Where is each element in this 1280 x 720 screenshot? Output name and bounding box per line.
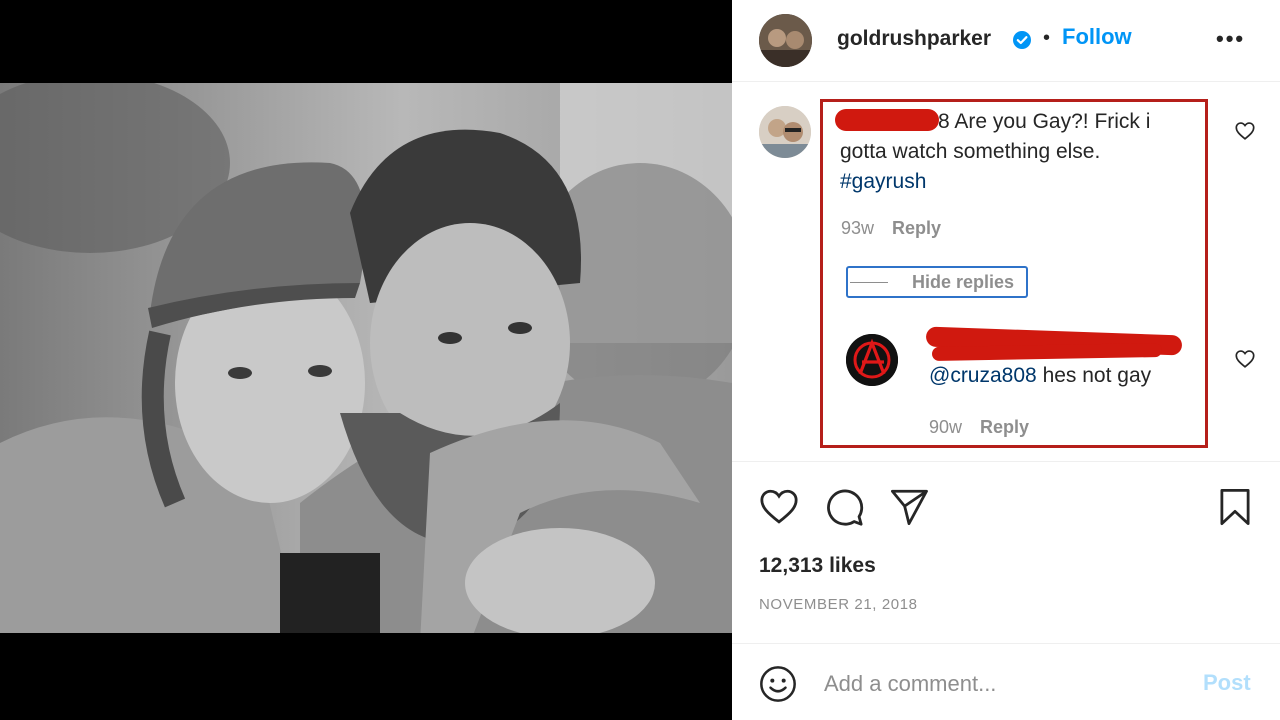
post-actions: 12,313 likes NOVEMBER 21, 2018 [732, 461, 1280, 643]
reply-like-heart-icon[interactable] [1234, 348, 1256, 370]
post-panel: goldrushparker • Follow ••• 8 Are you Ga… [732, 0, 1280, 720]
post-date: NOVEMBER 21, 2018 [759, 596, 918, 613]
reply-reply-button[interactable]: Reply [980, 417, 1029, 437]
post-photo[interactable] [0, 83, 732, 633]
likes-count[interactable]: 12,313 likes [759, 554, 876, 578]
more-options-button[interactable]: ••• [1216, 26, 1245, 52]
comment-bubble-icon[interactable] [823, 486, 865, 528]
post-header: goldrushparker • Follow ••• [732, 0, 1280, 82]
reply-body: hes not gay [1042, 364, 1152, 387]
comment-age: 93w [841, 218, 875, 238]
comment-hashtag[interactable]: #gayrush [840, 170, 926, 193]
save-bookmark-icon[interactable] [1214, 486, 1256, 528]
redacted-reply-username-scribble-2 [931, 342, 1163, 362]
comment-text: 8 Are you Gay?! Frick i gotta watch some… [840, 107, 1185, 197]
comment-username-suffix[interactable]: 8 [938, 110, 950, 133]
reply-age: 90w [929, 417, 963, 437]
comment-meta: 93w Reply [841, 218, 941, 239]
anarchy-logo-icon [846, 334, 898, 386]
like-heart-icon[interactable] [758, 486, 800, 528]
commenter-avatar-image [759, 106, 811, 158]
hide-replies-button[interactable]: Hide replies [846, 266, 1028, 298]
author-username[interactable]: goldrushparker [837, 27, 991, 51]
verified-badge-icon [1013, 31, 1031, 49]
commenter-avatar[interactable] [759, 106, 811, 158]
comment-reply-button[interactable]: Reply [892, 218, 941, 238]
post-media [0, 0, 732, 720]
comment-like-heart-icon[interactable] [1234, 120, 1256, 142]
emoji-icon[interactable] [758, 664, 798, 704]
separator-dot: • [1043, 27, 1051, 49]
comments-list: 8 Are you Gay?! Frick i gotta watch some… [732, 83, 1280, 461]
share-paper-plane-icon[interactable] [888, 486, 930, 528]
photo-illustration [0, 83, 732, 633]
reply-mention[interactable]: @cruza808 [929, 364, 1037, 387]
reply-avatar[interactable] [846, 334, 898, 386]
add-comment-bar: Post [732, 643, 1280, 720]
comment-body: Are you Gay?! Frick i gotta watch someth… [840, 110, 1151, 163]
comment-input[interactable] [824, 666, 1174, 702]
avatar-image [759, 14, 812, 67]
post-comment-button[interactable]: Post [1203, 670, 1251, 696]
author-avatar[interactable] [759, 14, 812, 67]
follow-button[interactable]: Follow [1062, 24, 1132, 50]
reply-meta: 90w Reply [929, 417, 1029, 438]
reply-text: @cruza808 hes not gay [929, 364, 1151, 388]
hide-replies-label: Hide replies [912, 272, 1015, 292]
hide-replies-line [850, 282, 888, 283]
